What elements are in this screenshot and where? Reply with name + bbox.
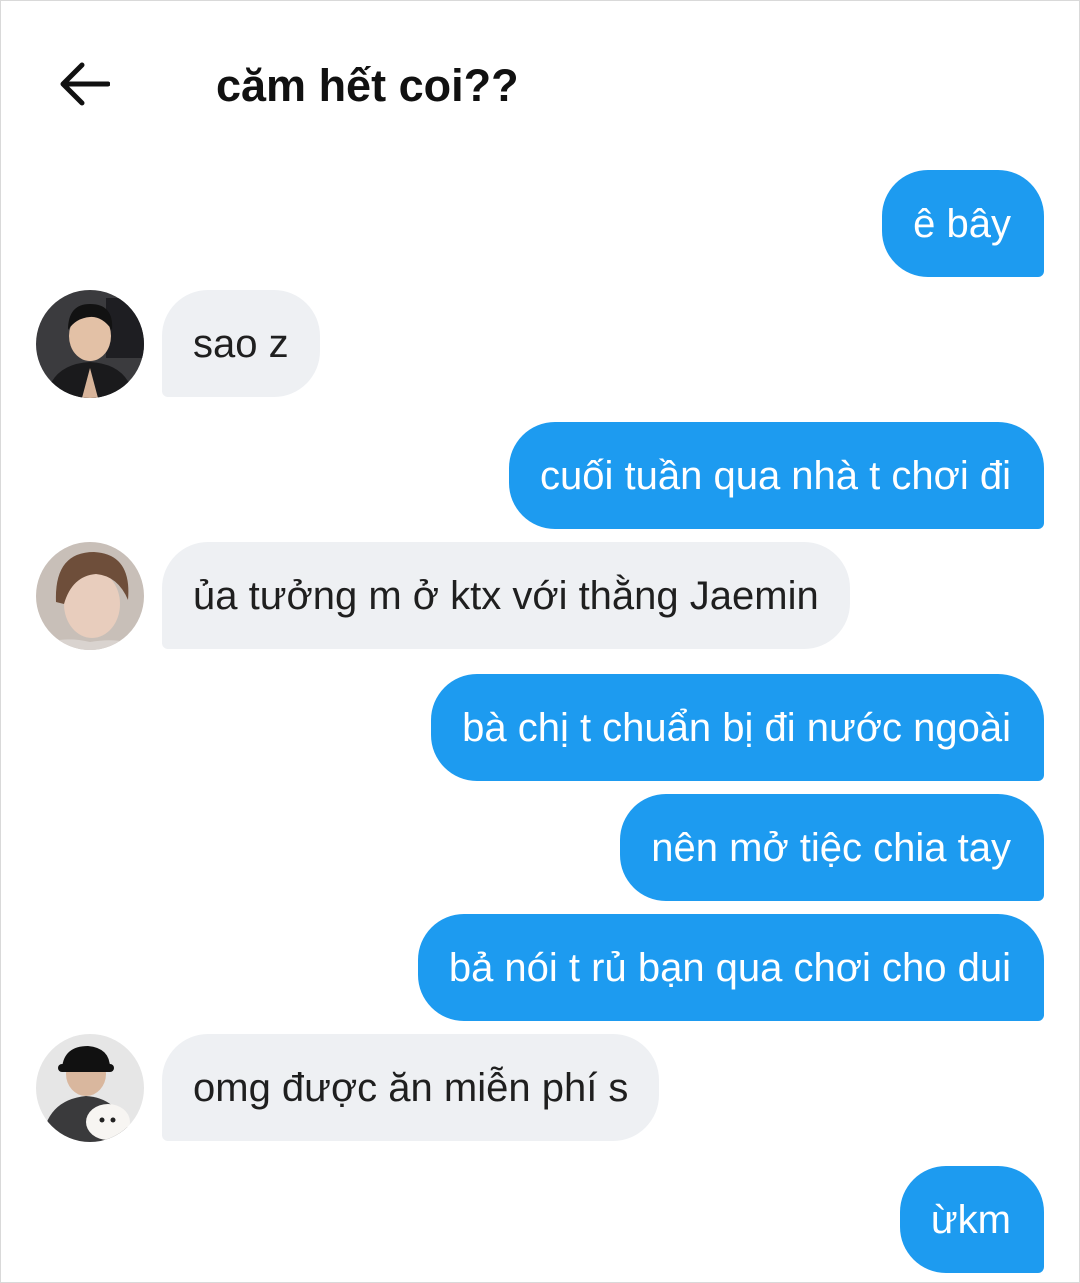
message-text: ừkm <box>930 1197 1011 1242</box>
user-photo-icon <box>36 290 144 398</box>
sent-message-bubble[interactable]: cuối tuần qua nhà t chơi đi <box>509 422 1044 529</box>
message-text: sao z <box>193 321 289 366</box>
avatar[interactable] <box>36 290 144 398</box>
sent-message-bubble[interactable]: ừkm <box>899 1166 1044 1273</box>
back-button[interactable] <box>52 52 116 116</box>
avatar[interactable] <box>36 1034 144 1142</box>
message-text: cuối tuần qua nhà t chơi đi <box>540 453 1011 498</box>
avatar[interactable] <box>36 542 144 650</box>
user-photo-icon <box>36 542 144 650</box>
message-text: nên mở tiệc chia tay <box>651 825 1011 870</box>
message-text: ê bây <box>913 201 1011 246</box>
received-message-bubble[interactable]: omg được ăn miễn phí s <box>162 1034 660 1141</box>
sent-message-bubble[interactable]: bà chị t chuẩn bị đi nước ngoài <box>431 674 1044 781</box>
received-message-bubble[interactable]: sao z <box>162 290 320 397</box>
message-text: bà chị t chuẩn bị đi nước ngoài <box>462 705 1011 750</box>
message-text: bả nói t rủ bạn qua chơi cho dui <box>448 945 1011 990</box>
conversation-title: căm hết coi?? <box>216 60 519 111</box>
sent-message-bubble[interactable]: nên mở tiệc chia tay <box>620 794 1044 901</box>
sent-message-bubble[interactable]: bả nói t rủ bạn qua chơi cho dui <box>417 914 1044 1021</box>
user-photo-icon <box>36 1034 144 1142</box>
received-message-bubble[interactable]: ủa tưởng m ở ktx với thằng Jaemin <box>162 542 850 649</box>
message-text: omg được ăn miễn phí s <box>193 1065 629 1110</box>
arrow-left-icon <box>60 62 110 106</box>
sent-message-bubble[interactable]: ê bây <box>882 170 1044 277</box>
chat-header: căm hết coi?? <box>0 0 1080 160</box>
message-text: ủa tưởng m ở ktx với thằng Jaemin <box>193 573 819 618</box>
